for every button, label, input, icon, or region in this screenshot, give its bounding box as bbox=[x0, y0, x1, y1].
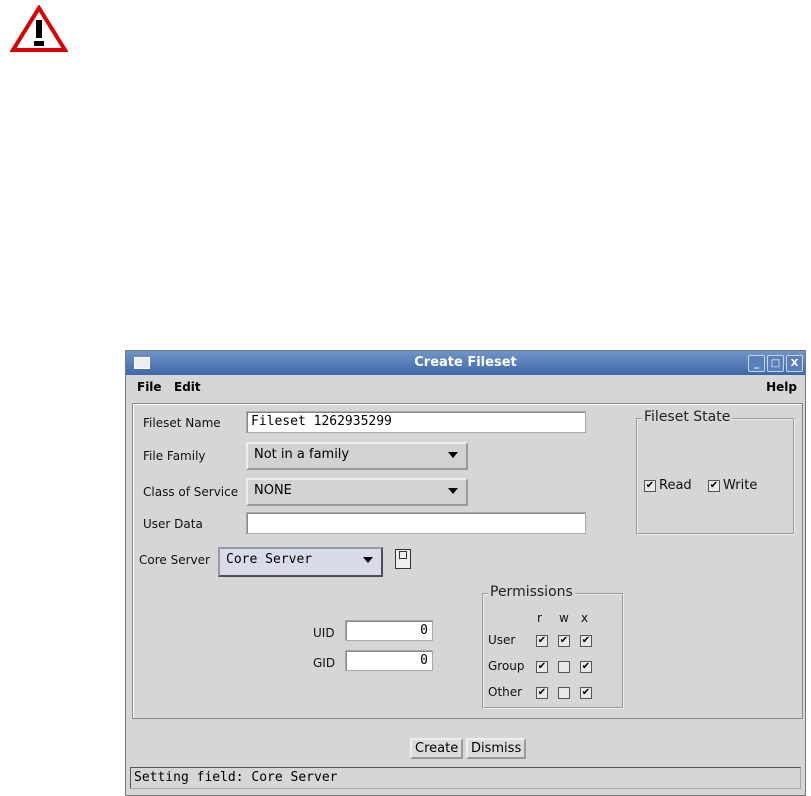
file-family-dropdown[interactable]: Not in a family bbox=[246, 442, 468, 470]
save-icon[interactable] bbox=[395, 549, 411, 569]
fileset-name-input[interactable]: Fileset 1262935299 bbox=[246, 411, 586, 433]
perm-checkbox-user-r[interactable]: ✔ bbox=[536, 635, 548, 647]
window-title: Create Fileset bbox=[414, 355, 517, 370]
warning-icon bbox=[10, 5, 68, 52]
cos-dropdown[interactable]: NONE bbox=[246, 478, 468, 506]
close-button[interactable]: X bbox=[786, 355, 803, 372]
read-checkbox[interactable]: ✔ bbox=[644, 480, 656, 492]
fileset-state-title: Fileset State bbox=[642, 409, 733, 425]
cos-label: Class of Service bbox=[143, 485, 239, 499]
menu-edit[interactable]: Edit bbox=[174, 380, 201, 394]
perm-checkbox-user-w[interactable]: ✔ bbox=[558, 635, 570, 647]
maximize-button[interactable]: □ bbox=[767, 355, 784, 372]
status-bar: Setting field: Core Server bbox=[130, 767, 801, 789]
fileset-name-label: Fileset Name bbox=[143, 416, 221, 430]
menu-file[interactable]: File bbox=[137, 380, 162, 394]
perm-col-w: w bbox=[559, 611, 569, 625]
permissions-group: Permissions r w x User ✔ ✔ ✔ Group ✔ ✔ Other ✔ ✔ bbox=[482, 584, 624, 709]
perm-checkbox-group-r[interactable]: ✔ bbox=[536, 661, 548, 673]
perm-checkbox-group-w[interactable] bbox=[558, 661, 570, 673]
dismiss-button[interactable]: Dismiss bbox=[466, 738, 527, 759]
write-checkbox[interactable]: ✔ bbox=[708, 480, 720, 492]
create-button[interactable]: Create bbox=[410, 738, 464, 759]
cos-value: NONE bbox=[254, 483, 292, 498]
user-data-input[interactable] bbox=[246, 512, 586, 534]
chevron-down-icon bbox=[448, 452, 458, 458]
perm-checkbox-other-x[interactable]: ✔ bbox=[580, 687, 592, 699]
perm-col-r: r bbox=[537, 611, 542, 625]
read-label: Read bbox=[659, 478, 692, 493]
perm-row-label: User bbox=[488, 633, 516, 647]
title-bar[interactable]: Create Fileset _ □ X bbox=[126, 351, 805, 375]
perm-checkbox-other-r[interactable]: ✔ bbox=[536, 687, 548, 699]
core-server-dropdown[interactable]: Core Server bbox=[218, 547, 383, 577]
chevron-down-icon bbox=[363, 557, 373, 563]
file-family-value: Not in a family bbox=[254, 447, 350, 462]
menu-bar: File Edit Help bbox=[126, 377, 805, 397]
perm-row-label: Other bbox=[488, 685, 523, 699]
form-panel: Fileset Name Fileset 1262935299 File Fam… bbox=[132, 403, 803, 719]
perm-checkbox-user-x[interactable]: ✔ bbox=[580, 635, 592, 647]
perm-checkbox-group-x[interactable]: ✔ bbox=[580, 661, 592, 673]
file-family-label: File Family bbox=[143, 449, 206, 463]
core-server-value: Core Server bbox=[226, 552, 313, 567]
perm-row-label: Group bbox=[488, 659, 525, 673]
perm-checkbox-other-w[interactable] bbox=[558, 687, 570, 699]
gid-input[interactable]: 0 bbox=[345, 650, 433, 671]
chevron-down-icon bbox=[448, 488, 458, 494]
perm-col-x: x bbox=[581, 611, 589, 625]
gid-label: GID bbox=[313, 656, 336, 670]
fileset-state-group: Fileset State ✔ Read ✔ Write bbox=[636, 409, 795, 535]
permissions-title: Permissions bbox=[488, 584, 575, 600]
minimize-button[interactable]: _ bbox=[748, 355, 765, 372]
core-server-label: Core Server bbox=[139, 553, 210, 567]
uid-label: UID bbox=[313, 626, 335, 640]
user-data-label: User Data bbox=[143, 517, 203, 531]
create-fileset-window: Create Fileset _ □ X File Edit Help File… bbox=[125, 350, 806, 796]
write-label: Write bbox=[723, 478, 758, 493]
uid-input[interactable]: 0 bbox=[345, 620, 433, 641]
menu-help[interactable]: Help bbox=[766, 380, 797, 394]
